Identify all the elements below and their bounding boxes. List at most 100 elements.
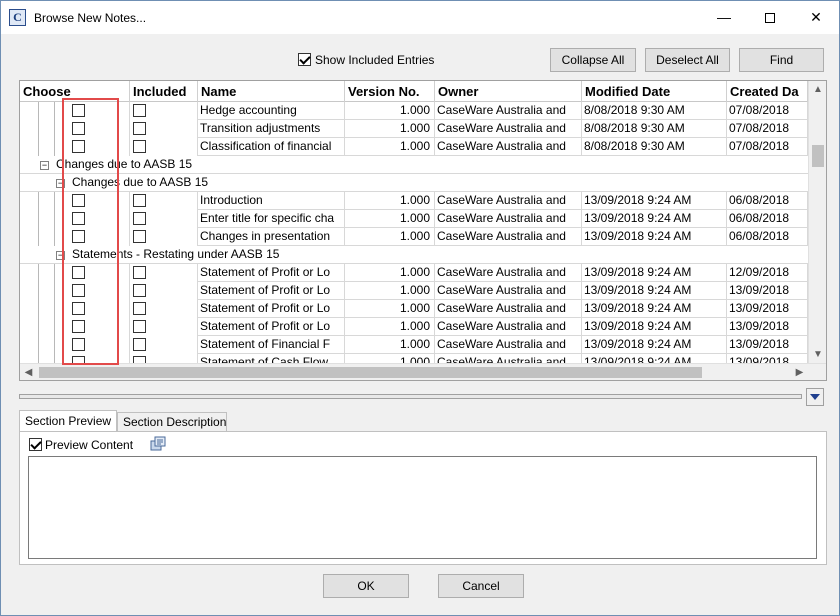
tab-section-description[interactable]: Section Description [117, 412, 227, 432]
version-cell: 1.000 [345, 102, 435, 120]
scroll-down-icon[interactable]: ▼ [809, 346, 826, 363]
table-row[interactable]: Statement of Financial F 1.000 CaseWare Au… [20, 336, 808, 354]
choose-checkbox[interactable] [72, 104, 85, 117]
column-header-modified-date[interactable]: Modified Date [582, 81, 727, 102]
maximize-button[interactable] [747, 1, 793, 34]
included-checkbox[interactable] [133, 104, 146, 117]
included-checkbox[interactable] [133, 122, 146, 135]
version-cell: 1.000 [345, 300, 435, 318]
choose-cell [20, 300, 130, 318]
tree-guide-line [54, 102, 55, 120]
included-cell [130, 120, 198, 138]
created-cell: 13/09/2018 [727, 300, 808, 318]
included-checkbox[interactable] [133, 230, 146, 243]
preview-area [28, 456, 817, 559]
refresh-preview-icon[interactable] [150, 436, 166, 451]
table-row[interactable]: Statement of Profit or Lo 1.000 CaseWare A… [20, 300, 808, 318]
collapse-toggle-icon[interactable]: − [56, 251, 65, 260]
modified-cell: 13/09/2018 9:24 AM [582, 354, 727, 363]
title-bar: C Browse New Notes... — ✕ [1, 1, 839, 34]
choose-checkbox[interactable] [72, 122, 85, 135]
checkbox-icon[interactable] [29, 438, 42, 451]
table-row[interactable]: Statement of Profit or Lo 1.000 CaseWare A… [20, 264, 808, 282]
choose-cell [20, 354, 130, 363]
included-checkbox[interactable] [133, 320, 146, 333]
version-cell: 1.000 [345, 264, 435, 282]
group-row[interactable]: − Changes due to AASB 15 [20, 156, 808, 174]
vertical-scroll-thumb[interactable] [812, 145, 824, 167]
name-cell: Changes in presentation [198, 228, 345, 246]
table-row[interactable]: Statement of Profit or Lo 1.000 CaseWare A… [20, 318, 808, 336]
grid-body: Hedge accounting 1.000 CaseWare Australia … [20, 102, 808, 363]
column-header-included[interactable]: Included [130, 81, 198, 102]
horizontal-scroll-thumb[interactable] [39, 367, 702, 378]
column-header-name[interactable]: Name [198, 81, 345, 102]
checkbox-icon[interactable] [298, 53, 311, 66]
expand-pane-button[interactable] [806, 388, 824, 406]
choose-cell [20, 138, 130, 156]
included-checkbox[interactable] [133, 212, 146, 225]
table-row[interactable]: Statement of Cash Flow 1.000 CaseWare Aust… [20, 354, 808, 363]
included-checkbox[interactable] [133, 140, 146, 153]
deselect-all-button[interactable]: Deselect All [645, 48, 730, 72]
included-checkbox[interactable] [133, 338, 146, 351]
version-cell: 1.000 [345, 318, 435, 336]
minimize-button[interactable]: — [701, 1, 747, 34]
included-checkbox[interactable] [133, 356, 146, 363]
created-cell: 07/08/2018 [727, 120, 808, 138]
modified-cell: 13/09/2018 9:24 AM [582, 318, 727, 336]
scroll-left-icon[interactable]: ◀ [20, 364, 37, 380]
ok-button[interactable]: OK [323, 574, 409, 598]
horizontal-scrollbar[interactable]: ◀ ▶ [20, 363, 826, 380]
column-header-created-date[interactable]: Created Da [727, 81, 808, 102]
included-cell [130, 300, 198, 318]
included-checkbox[interactable] [133, 194, 146, 207]
scroll-up-icon[interactable]: ▲ [809, 81, 826, 98]
table-row[interactable]: Classification of financial 1.000 CaseWare… [20, 138, 808, 156]
table-row[interactable]: Hedge accounting 1.000 CaseWare Australia … [20, 102, 808, 120]
created-cell: 13/09/2018 [727, 282, 808, 300]
choose-checkbox[interactable] [72, 338, 85, 351]
collapse-toggle-icon[interactable]: − [40, 161, 49, 170]
tree-guide-line [38, 318, 39, 336]
choose-checkbox[interactable] [72, 266, 85, 279]
tree-guide-line [38, 282, 39, 300]
name-cell: Statement of Financial F [198, 336, 345, 354]
tree-guide-line [38, 210, 39, 228]
choose-checkbox[interactable] [72, 230, 85, 243]
grid-header: Choose Included Name Version No. Owner M… [20, 81, 808, 102]
owner-cell: CaseWare Australia and [435, 300, 582, 318]
choose-checkbox[interactable] [72, 356, 85, 363]
tree-guide-line [38, 336, 39, 354]
choose-checkbox[interactable] [72, 284, 85, 297]
find-button[interactable]: Find [739, 48, 824, 72]
collapse-toggle-icon[interactable]: − [56, 179, 65, 188]
scroll-right-icon[interactable]: ▶ [791, 364, 808, 380]
column-header-owner[interactable]: Owner [435, 81, 582, 102]
choose-checkbox[interactable] [72, 194, 85, 207]
vertical-scrollbar[interactable]: ▲ ▼ [808, 81, 826, 363]
choose-checkbox[interactable] [72, 140, 85, 153]
column-header-choose[interactable]: Choose [20, 81, 130, 102]
included-checkbox[interactable] [133, 284, 146, 297]
included-checkbox[interactable] [133, 266, 146, 279]
included-cell [130, 102, 198, 120]
choose-checkbox[interactable] [72, 212, 85, 225]
choose-checkbox[interactable] [72, 320, 85, 333]
tab-section-preview[interactable]: Section Preview [19, 410, 117, 433]
pane-splitter[interactable] [19, 394, 802, 399]
included-checkbox[interactable] [133, 302, 146, 315]
table-row[interactable]: Introduction 1.000 CaseWare Australia and 1… [20, 192, 808, 210]
column-header-version[interactable]: Version No. [345, 81, 435, 102]
table-row[interactable]: Changes in presentation 1.000 CaseWare Aus… [20, 228, 808, 246]
cancel-button[interactable]: Cancel [438, 574, 524, 598]
table-row[interactable]: Transition adjustments 1.000 CaseWare Aust… [20, 120, 808, 138]
table-row[interactable]: Enter title for specific cha 1.000 CaseWar… [20, 210, 808, 228]
group-row[interactable]: − Changes due to AASB 15 [20, 174, 808, 192]
group-row[interactable]: − Statements - Restating under AASB 15 [20, 246, 808, 264]
table-row[interactable]: Statement of Profit or Lo 1.000 CaseWare A… [20, 282, 808, 300]
choose-checkbox[interactable] [72, 302, 85, 315]
collapse-all-button[interactable]: Collapse All [550, 48, 636, 72]
choose-cell [20, 102, 130, 120]
close-button[interactable]: ✕ [793, 1, 839, 34]
